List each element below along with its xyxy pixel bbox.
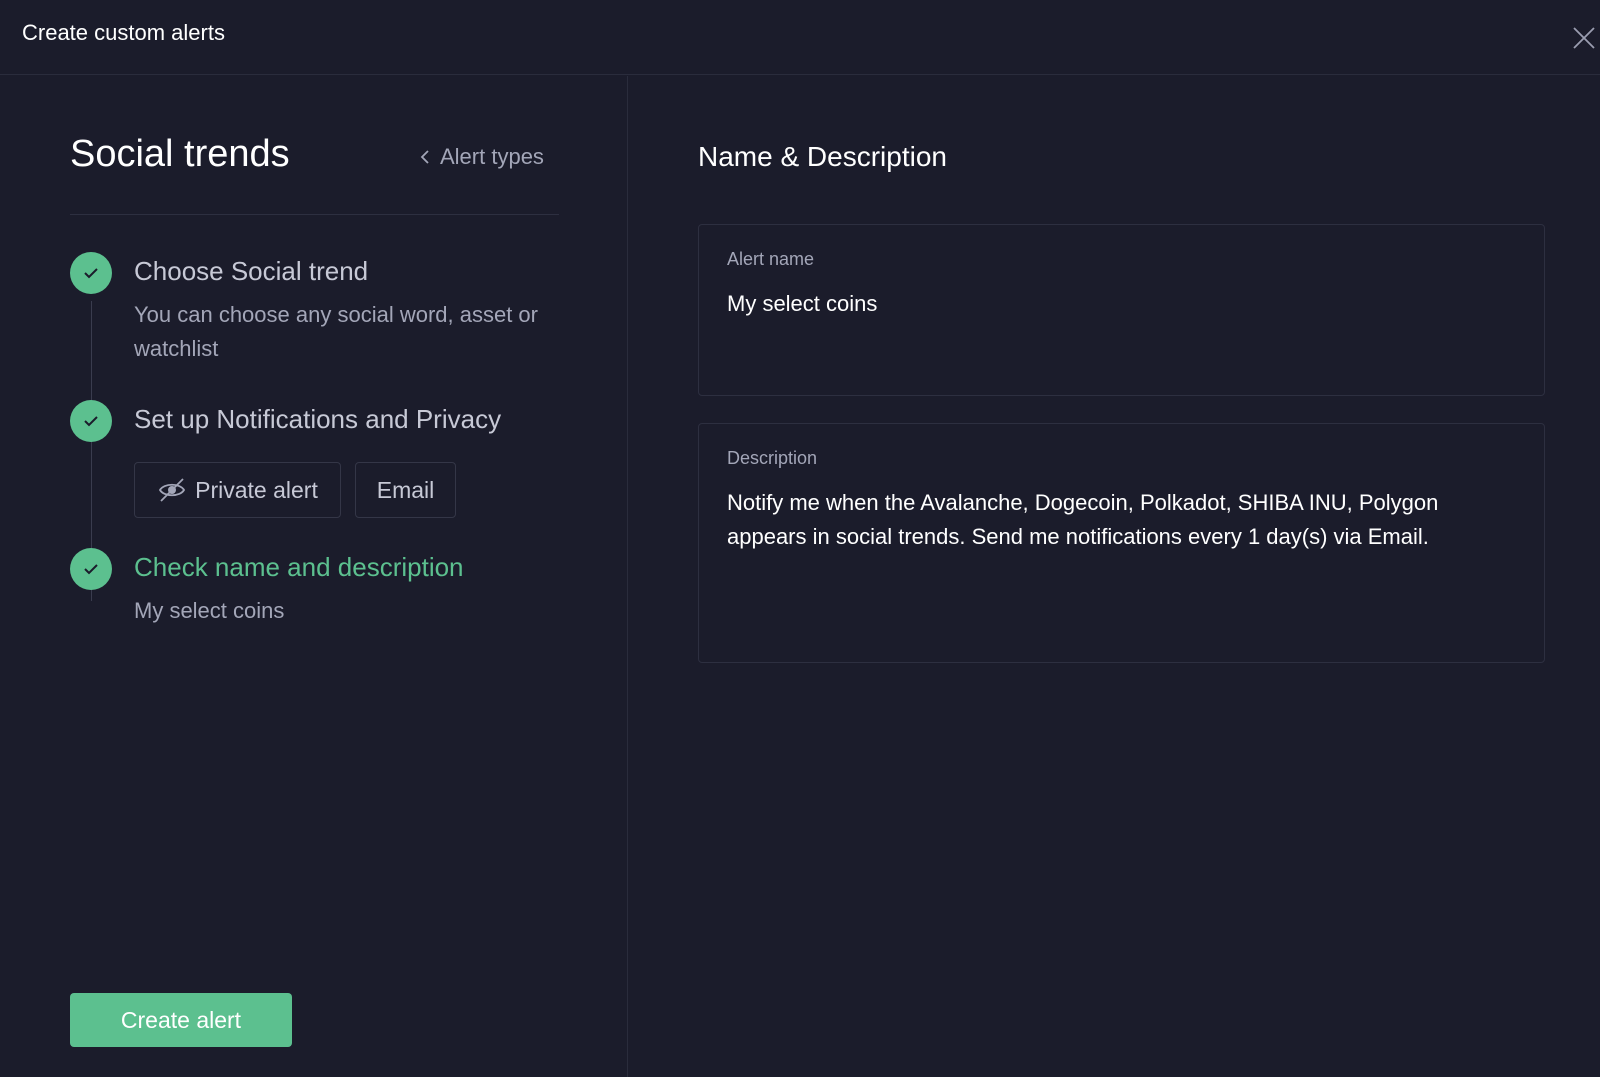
section-title: Name & Description — [698, 141, 947, 172]
alert-types-back-link[interactable]: Alert types — [420, 144, 544, 170]
check-icon — [84, 416, 98, 427]
step-3-title[interactable]: Check name and description — [134, 552, 464, 583]
email-chip[interactable]: Email — [355, 462, 456, 518]
private-alert-label: Private alert — [195, 476, 318, 503]
step-1-description: You can choose any social word, asset or… — [134, 302, 538, 361]
divider — [70, 214, 559, 215]
steps-panel: Social trends Alert types Choose Social … — [0, 76, 628, 1077]
close-button[interactable] — [1572, 26, 1596, 50]
step-2-check — [70, 400, 112, 442]
check-icon — [84, 564, 98, 575]
description-label: Description — [727, 448, 818, 468]
step-1-check — [70, 252, 112, 294]
alert-name-field[interactable]: Alert name My select coins — [698, 224, 1545, 396]
private-alert-chip[interactable]: Private alert — [134, 462, 341, 518]
step-3-description: My select coins — [134, 598, 285, 623]
close-icon — [1573, 27, 1595, 49]
chevron-left-icon — [420, 150, 429, 164]
modal-title: Create custom alerts — [22, 20, 225, 45]
panel-title: Social trends — [70, 133, 290, 175]
step-2-title[interactable]: Set up Notifications and Privacy — [134, 404, 501, 435]
eye-off-icon — [159, 478, 186, 502]
email-label: Email — [376, 476, 435, 503]
check-icon — [84, 268, 98, 279]
back-link-label: Alert types — [440, 144, 544, 169]
alert-name-value[interactable]: My select coins — [727, 287, 1504, 321]
create-alert-button[interactable]: Create alert — [70, 993, 292, 1047]
description-value[interactable]: Notify me when the Avalanche, Dogecoin, … — [727, 486, 1504, 554]
step-1-title[interactable]: Choose Social trend — [134, 256, 368, 287]
alert-name-label: Alert name — [727, 249, 815, 269]
modal-header: Create custom alerts — [0, 0, 1600, 75]
step-3-check — [70, 548, 112, 590]
description-field[interactable]: Description Notify me when the Avalanche… — [698, 423, 1545, 663]
